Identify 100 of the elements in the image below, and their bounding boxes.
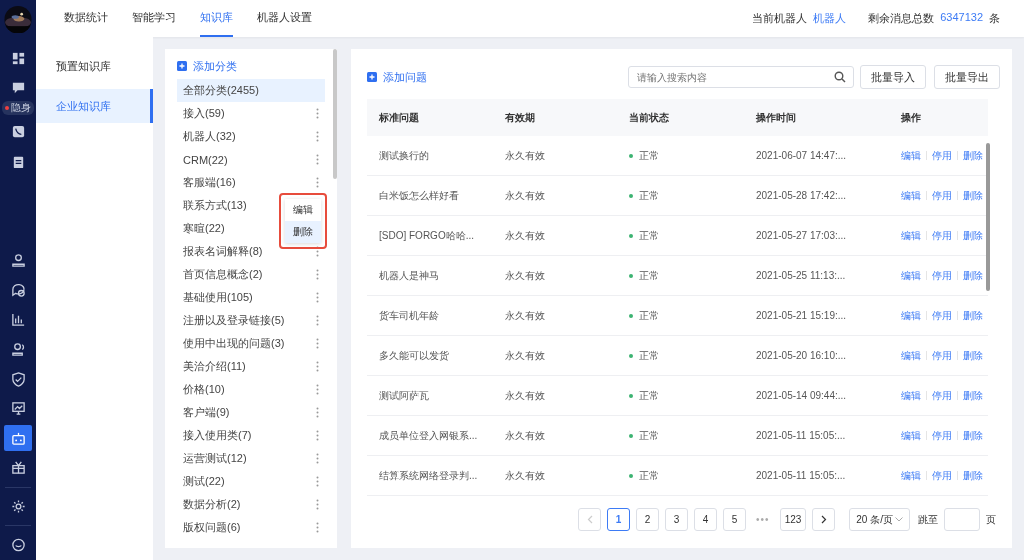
more-icon[interactable]: [316, 361, 319, 372]
action-link[interactable]: 编辑: [901, 188, 921, 203]
page-button[interactable]: 3: [665, 508, 689, 531]
action-link[interactable]: 编辑: [901, 468, 921, 483]
action-link[interactable]: 删除: [963, 348, 983, 363]
more-icon[interactable]: [316, 269, 319, 280]
category-label: 客户端(9): [183, 405, 230, 420]
action-link[interactable]: 删除: [963, 468, 983, 483]
category-item[interactable]: 首页信息概念(2): [177, 263, 325, 286]
more-icon[interactable]: [316, 499, 319, 510]
more-icon[interactable]: [316, 384, 319, 395]
nav-tab[interactable]: 数据统计: [64, 0, 108, 37]
action-link[interactable]: 编辑: [901, 148, 921, 163]
category-item[interactable]: 使用中出现的问题(3): [177, 332, 325, 355]
more-icon[interactable]: [316, 338, 319, 349]
table-cell-text: 机器人是神马: [379, 268, 440, 283]
more-icon[interactable]: [316, 154, 319, 165]
submenu-item[interactable]: 预置知识库: [36, 49, 153, 83]
search-icon[interactable]: [834, 71, 846, 83]
messages-unit: 条: [989, 11, 1000, 26]
page-size-select[interactable]: 20 条/页: [849, 508, 910, 531]
action-link[interactable]: 停用: [932, 308, 952, 323]
status-badge[interactable]: 隐身: [2, 100, 34, 115]
category-item[interactable]: 数据分析(2): [177, 493, 325, 516]
table-cell-text: 白米饭怎么样好看: [379, 188, 460, 203]
action-link[interactable]: 停用: [932, 148, 952, 163]
more-icon[interactable]: [316, 131, 319, 142]
more-icon[interactable]: [316, 292, 319, 303]
category-item[interactable]: 运营测试(12): [177, 447, 325, 470]
category-item[interactable]: 客服端(16): [177, 171, 325, 194]
action-link[interactable]: 停用: [932, 188, 952, 203]
page-button[interactable]: 4: [694, 508, 718, 531]
page-button[interactable]: 1: [607, 508, 631, 531]
next-page-button[interactable]: [812, 508, 836, 531]
action-link[interactable]: 删除: [963, 308, 983, 323]
action-link[interactable]: 停用: [932, 388, 952, 403]
menu-item[interactable]: 编辑: [285, 199, 321, 221]
category-item[interactable]: 价格(10): [177, 378, 325, 401]
table-cell-text: 永久有效: [505, 388, 546, 403]
action-link[interactable]: 停用: [932, 428, 952, 443]
action-link[interactable]: 编辑: [901, 228, 921, 243]
add-category-button[interactable]: 添加分类: [193, 58, 237, 74]
messages-label: 剩余消息总数: [868, 11, 935, 26]
more-icon[interactable]: [316, 177, 319, 188]
more-icon[interactable]: [316, 453, 319, 464]
category-item[interactable]: 客户端(9): [177, 401, 325, 424]
action-link[interactable]: 停用: [932, 468, 952, 483]
more-icon[interactable]: [316, 108, 319, 119]
page-button[interactable]: 123: [779, 508, 807, 531]
page-input[interactable]: [944, 508, 980, 531]
action-link[interactable]: 删除: [963, 268, 983, 283]
nav-tab[interactable]: 机器人设置: [257, 0, 312, 37]
category-label: 报表名词解释(8): [183, 244, 263, 259]
action-link[interactable]: 删除: [963, 428, 983, 443]
page-button[interactable]: 2: [636, 508, 660, 531]
category-item[interactable]: 机器人(32): [177, 125, 325, 148]
category-item[interactable]: 美洽介绍(11): [177, 355, 325, 378]
table-cell-text: 测试阿萨瓦: [379, 388, 430, 403]
category-label: CRM(22): [183, 153, 228, 166]
table-cell-text: 结算系统网络登录判...: [379, 468, 479, 483]
category-item[interactable]: 接入(59): [177, 102, 325, 125]
action-link[interactable]: 编辑: [901, 308, 921, 323]
category-item[interactable]: 全部分类(2455): [177, 79, 325, 102]
category-item[interactable]: CRM(22): [177, 148, 325, 171]
batch-button[interactable]: 批量导出: [934, 65, 1000, 89]
action-link[interactable]: 删除: [963, 188, 983, 203]
more-icon[interactable]: [316, 430, 319, 441]
sidebar-item[interactable]: [4, 425, 32, 452]
category-item[interactable]: 测试(22): [177, 470, 325, 493]
more-icon[interactable]: [316, 522, 319, 533]
category-item[interactable]: 报表名词解释(8): [177, 240, 325, 263]
action-link[interactable]: 停用: [932, 228, 952, 243]
action-link[interactable]: 停用: [932, 348, 952, 363]
add-question-button[interactable]: 添加问题: [383, 69, 427, 85]
action-link[interactable]: 编辑: [901, 268, 921, 283]
action-link[interactable]: 编辑: [901, 348, 921, 363]
nav-tab[interactable]: 知识库: [200, 0, 233, 37]
scrollbar[interactable]: [333, 49, 337, 179]
jump-label: 跳至: [918, 512, 938, 527]
page-button[interactable]: 5: [723, 508, 747, 531]
category-item[interactable]: 接入使用类(7): [177, 424, 325, 447]
more-icon[interactable]: [316, 315, 319, 326]
batch-button[interactable]: 批量导入: [860, 65, 926, 89]
action-link[interactable]: 编辑: [901, 428, 921, 443]
search-field[interactable]: 请输入搜索内容: [628, 66, 854, 88]
robot-name[interactable]: 机器人: [813, 11, 847, 26]
submenu-item[interactable]: 企业知识库: [36, 89, 153, 123]
menu-item[interactable]: 删除: [285, 221, 321, 243]
action-link[interactable]: 删除: [963, 148, 983, 163]
category-item[interactable]: 注册以及登录链接(5): [177, 309, 325, 332]
category-item[interactable]: 版权问题(6): [177, 516, 325, 539]
more-icon[interactable]: [316, 407, 319, 418]
action-link[interactable]: 停用: [932, 268, 952, 283]
category-item[interactable]: 基础使用(105): [177, 286, 325, 309]
action-link[interactable]: 删除: [963, 228, 983, 243]
action-link[interactable]: 编辑: [901, 388, 921, 403]
nav-tab[interactable]: 智能学习: [132, 0, 176, 37]
scrollbar[interactable]: [986, 143, 990, 291]
action-link[interactable]: 删除: [963, 388, 983, 403]
more-icon[interactable]: [316, 476, 319, 487]
